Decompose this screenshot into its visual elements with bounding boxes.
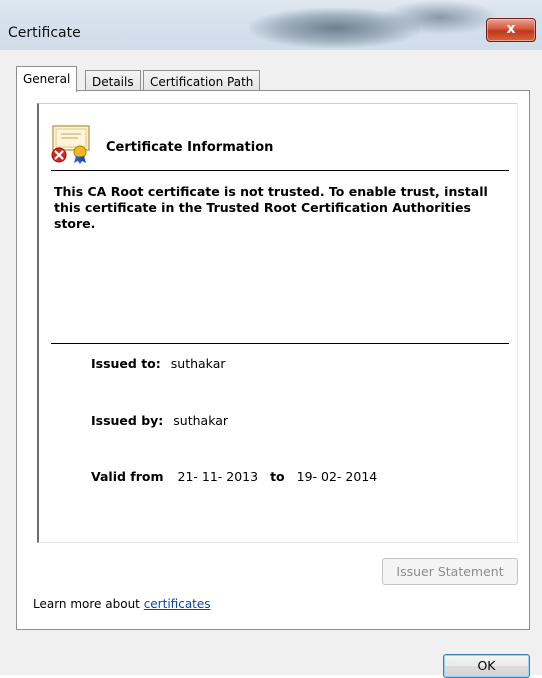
tab-general[interactable]: General	[16, 66, 78, 92]
ok-button[interactable]: OK	[443, 654, 530, 678]
valid-from-label: Valid from	[91, 469, 164, 484]
issued-to-label: Issued to:	[91, 356, 161, 371]
valid-from-value: 21- 11- 2013	[177, 469, 259, 484]
valid-to-label: to	[270, 469, 285, 484]
divider	[51, 343, 509, 344]
certificate-info-heading: Certificate Information	[106, 140, 274, 155]
title-bar-decoration	[380, 0, 500, 35]
validity-row: Valid from 21- 11- 2013 to 19- 02- 2014	[91, 469, 377, 484]
issued-to-value: suthakar	[170, 356, 226, 371]
certificate-error-icon	[51, 125, 90, 164]
window-title: Certificate	[8, 25, 81, 41]
issuer-statement-button[interactable]: Issuer Statement	[382, 558, 518, 585]
tab-certification-path[interactable]: Certification Path	[143, 70, 261, 92]
issued-by-row: Issued by: suthakar	[91, 413, 228, 428]
valid-to-value: 19- 02- 2014	[296, 469, 378, 484]
certificates-link[interactable]: certificates	[144, 597, 211, 611]
issued-by-value: suthakar	[173, 413, 229, 428]
issued-by-label: Issued by:	[91, 413, 164, 428]
trust-warning-message: This CA Root certificate is not trusted.…	[54, 184, 488, 231]
tab-details[interactable]: Details	[85, 70, 141, 92]
divider	[51, 170, 509, 171]
issued-to-row: Issued to: suthakar	[91, 356, 226, 371]
learn-more-text: Learn more about certificates	[33, 597, 211, 611]
close-button[interactable]: x	[486, 18, 536, 42]
learn-more-prefix: Learn more about	[33, 597, 144, 611]
